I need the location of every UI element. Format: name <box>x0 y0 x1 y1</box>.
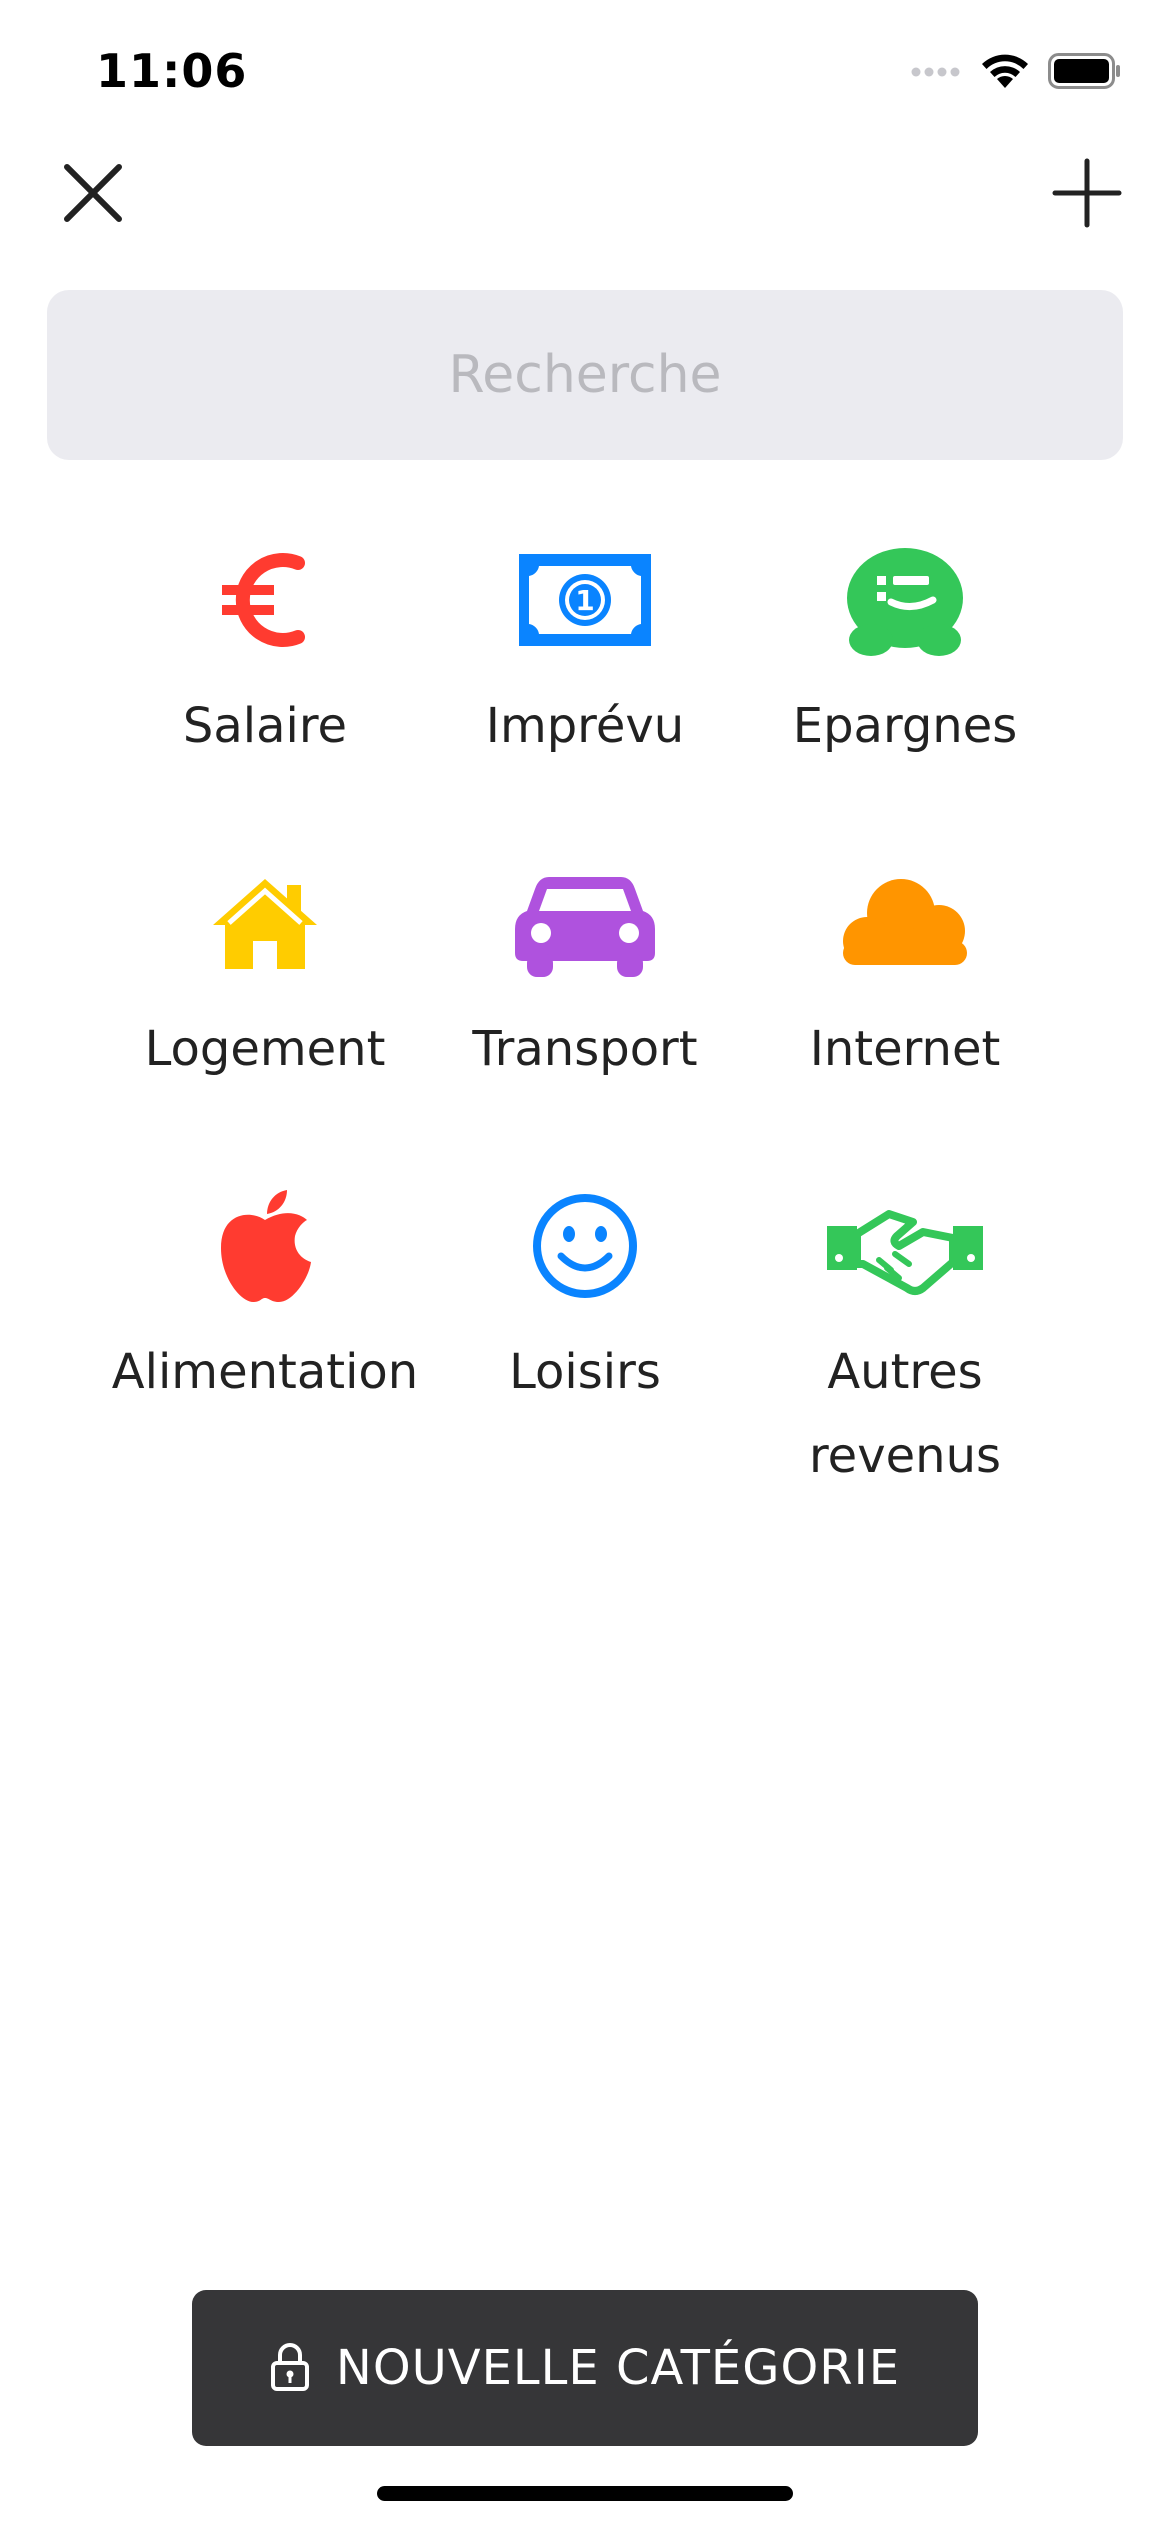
new-category-button[interactable]: NOUVELLE CATÉGORIE <box>192 2290 978 2446</box>
piggy-icon <box>825 530 985 670</box>
signal-icon <box>910 64 962 83</box>
house-icon <box>185 853 345 993</box>
home-indicator <box>377 2486 793 2501</box>
close-icon <box>61 161 125 229</box>
status-icons <box>910 52 1122 94</box>
category-internet[interactable]: Internet <box>745 853 1065 1091</box>
handshake-icon <box>825 1176 985 1316</box>
smiley-icon <box>505 1176 665 1316</box>
category-alimentation[interactable]: Alimentation <box>105 1176 425 1414</box>
search-input[interactable] <box>47 290 1123 460</box>
apple-icon <box>185 1176 345 1316</box>
status-bar: 11:06 <box>0 0 1170 140</box>
category-transport[interactable]: Transport <box>425 853 745 1091</box>
car-icon <box>505 853 665 993</box>
close-button[interactable] <box>38 140 148 250</box>
category-label: Epargnes <box>792 698 1018 754</box>
new-category-label: NOUVELLE CATÉGORIE <box>335 2340 901 2396</box>
category-label: Autres revenus <box>809 1344 1001 1484</box>
category-logement[interactable]: Logement <box>105 853 425 1091</box>
category-imprevu[interactable]: 1 Imprévu <box>425 530 745 768</box>
category-label: Imprévu <box>485 698 685 754</box>
category-label: Loisirs <box>509 1344 661 1400</box>
category-label: Logement <box>144 1021 386 1077</box>
category-epargnes[interactable]: Epargnes <box>745 530 1065 768</box>
category-autres-revenus[interactable]: Autres revenus <box>745 1176 1065 1498</box>
euro-icon <box>185 530 345 670</box>
category-label: Transport <box>472 1021 698 1077</box>
banknote-icon: 1 <box>505 530 665 670</box>
category-label: Internet <box>809 1021 1001 1077</box>
add-button[interactable] <box>1032 140 1142 250</box>
status-time: 11:06 <box>96 44 248 98</box>
cloud-icon <box>825 853 985 993</box>
nav-bar <box>0 140 1170 250</box>
battery-icon <box>1048 53 1122 93</box>
plus-icon <box>1051 157 1123 233</box>
category-loisirs[interactable]: Loisirs <box>425 1176 745 1414</box>
wifi-icon <box>980 52 1030 94</box>
category-label: Alimentation <box>111 1344 419 1400</box>
category-salaire[interactable]: Salaire <box>105 530 425 768</box>
lock-icon <box>270 2341 310 2395</box>
category-label: Salaire <box>182 698 348 754</box>
svg-text:1: 1 <box>575 584 594 617</box>
